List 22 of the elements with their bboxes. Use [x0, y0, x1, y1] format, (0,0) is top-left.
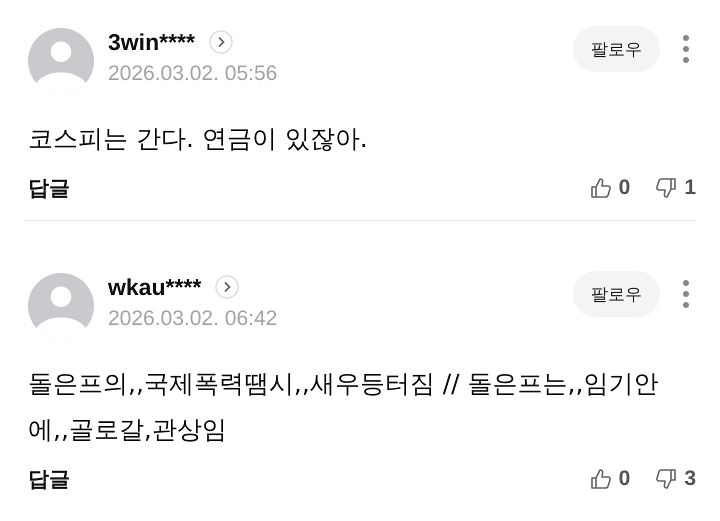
like-button[interactable]: 0: [588, 176, 630, 200]
reply-button[interactable]: 답글: [28, 465, 70, 493]
like-button[interactable]: 0: [588, 467, 630, 491]
comment-date: 2026.03.02. 05:56: [108, 62, 278, 86]
follow-button[interactable]: 팔로우: [573, 26, 660, 72]
thumbs-up-icon: [588, 176, 613, 200]
follow-button[interactable]: 팔로우: [573, 271, 660, 317]
chevron-right-icon[interactable]: [215, 275, 240, 299]
username[interactable]: wkau****: [108, 274, 202, 300]
reply-button[interactable]: 답글: [28, 174, 70, 202]
more-icon[interactable]: [682, 34, 690, 64]
dislike-button[interactable]: 3: [654, 467, 696, 491]
username[interactable]: 3win****: [108, 28, 195, 56]
dislike-button[interactable]: 1: [654, 176, 696, 200]
chevron-right-icon[interactable]: [208, 30, 233, 54]
comment-text: 코스피는 간다. 연금이 있잖아.: [28, 123, 369, 155]
thumbs-up-icon: [588, 467, 613, 491]
comment-text: 돌은프의,,국제폭력땜시,,새우등터짐 // 돌은프는,,임기안에,,골로갈,관상임: [28, 368, 660, 446]
more-icon[interactable]: [682, 279, 690, 309]
thumbs-down-icon: [654, 176, 678, 200]
thumbs-down-icon: [654, 467, 678, 491]
comment-date: 2026.03.02. 06:42: [108, 307, 278, 331]
